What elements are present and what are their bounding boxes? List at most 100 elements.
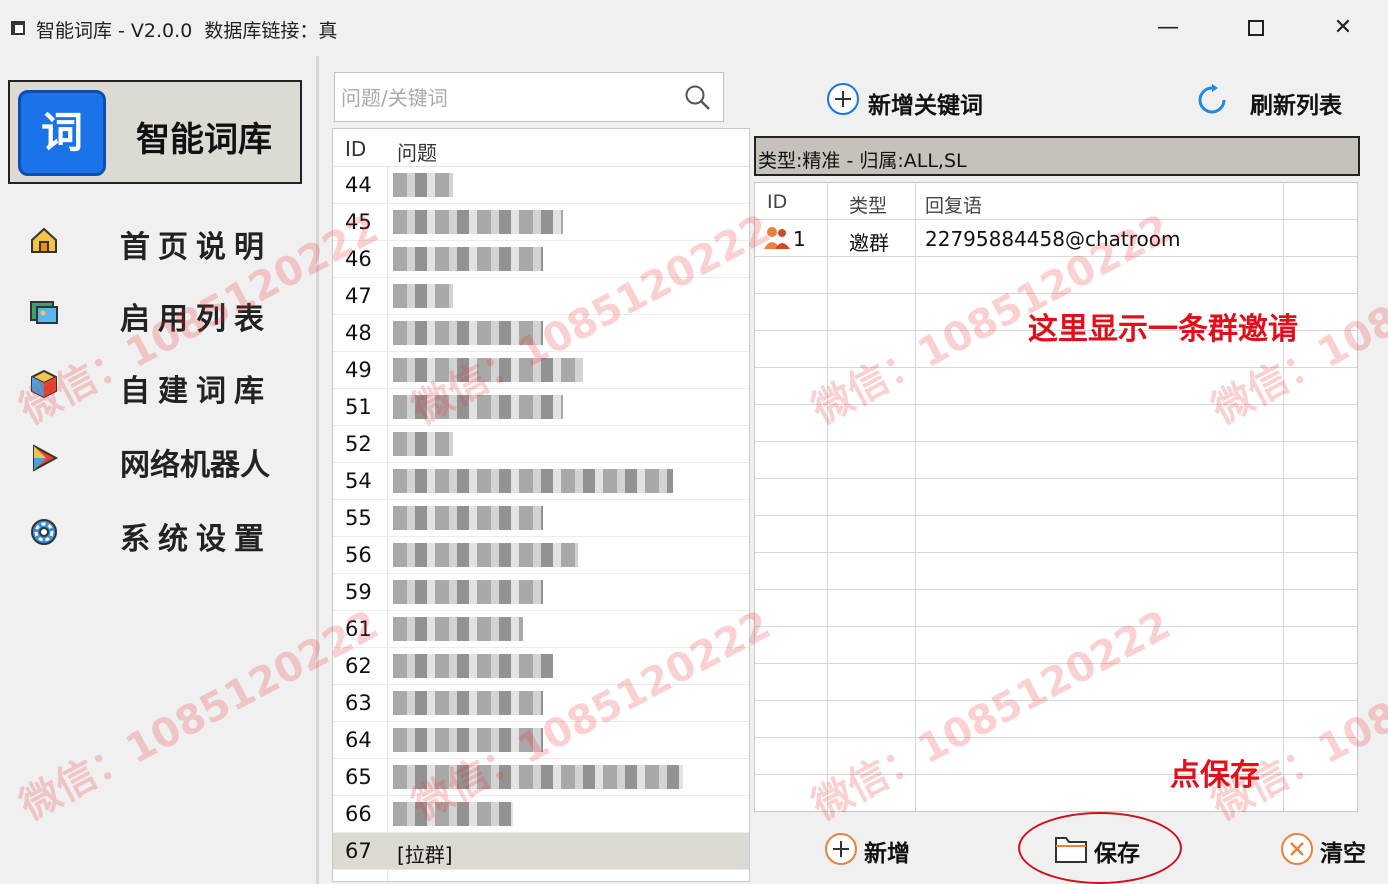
- sidebar-divider: [316, 56, 319, 884]
- question-list-header: ID 问题: [333, 129, 749, 167]
- table-row[interactable]: 52: [333, 426, 749, 463]
- logo-panel: 词 智能词库: [8, 80, 302, 184]
- table-row-selected[interactable]: 67 [拉群]: [333, 833, 749, 870]
- blurred-text: [393, 210, 563, 234]
- grid-line: [755, 552, 1357, 553]
- row-id: 46: [345, 247, 372, 271]
- row-id: 45: [345, 210, 372, 234]
- gear-icon: [31, 519, 57, 545]
- grid-line: [755, 367, 1357, 368]
- add-keyword-label: 新增关键词: [868, 93, 983, 119]
- row-id: 48: [345, 321, 372, 345]
- sidebar-item-label: 自建词库: [120, 374, 272, 409]
- grid-line: [915, 183, 916, 811]
- table-row[interactable]: 44: [333, 167, 749, 204]
- row-question: [拉群]: [397, 843, 453, 867]
- table-row[interactable]: 45: [333, 204, 749, 241]
- refresh-list-label: 刷新列表: [1250, 93, 1342, 119]
- row-id: 61: [345, 617, 372, 641]
- sidebar-item-enabled-list[interactable]: 启用列表: [0, 282, 318, 340]
- grid-line: [755, 441, 1357, 442]
- table-row[interactable]: 51: [333, 389, 749, 426]
- grid-line: [755, 478, 1357, 479]
- home-icon: [31, 227, 57, 253]
- clear-circle-icon: [1281, 833, 1313, 865]
- table-row[interactable]: 59: [333, 574, 749, 611]
- sidebar-item-home[interactable]: 首页说明: [0, 210, 318, 268]
- reply-type: 邀群: [849, 231, 889, 255]
- blurred-text: [393, 358, 583, 382]
- row-id: 44: [345, 173, 372, 197]
- maximize-icon: [1248, 20, 1264, 36]
- blurred-text: [393, 173, 453, 197]
- add-circle-icon: [827, 83, 859, 115]
- blurred-text: [393, 691, 543, 715]
- table-row[interactable]: 65: [333, 759, 749, 796]
- sidebar-item-label: 首页说明: [120, 230, 272, 265]
- row-id: 59: [345, 580, 372, 604]
- blurred-text: [393, 765, 683, 789]
- close-button[interactable]: ✕: [1323, 12, 1363, 44]
- table-row[interactable]: 55: [333, 500, 749, 537]
- clear-button[interactable]: 清空: [1280, 830, 1380, 866]
- logo-badge: 词: [18, 90, 106, 176]
- row-id: 49: [345, 358, 372, 382]
- table-row[interactable]: 64: [333, 722, 749, 759]
- row-id: 66: [345, 802, 372, 826]
- row-id: 64: [345, 728, 372, 752]
- search-icon[interactable]: [683, 83, 713, 113]
- grid-line: [755, 700, 1357, 701]
- search-input[interactable]: [341, 85, 661, 111]
- refresh-icon: [1198, 84, 1226, 114]
- annotation-click-save: 点保存: [1170, 758, 1260, 793]
- blurred-text: [393, 395, 563, 419]
- sidebar-item-label: 系统设置: [120, 522, 272, 557]
- blurred-text: [393, 654, 553, 678]
- table-row[interactable]: 66: [333, 796, 749, 833]
- clear-label: 清空: [1320, 841, 1366, 866]
- row-id: 55: [345, 506, 372, 530]
- reply-id: 1: [793, 227, 806, 251]
- sidebar-item-label: 启用列表: [120, 302, 272, 337]
- blurred-text: [393, 506, 543, 530]
- blurred-text: [393, 580, 543, 604]
- blurred-text: [393, 432, 453, 456]
- add-label: 新增: [864, 841, 910, 867]
- grid-line: [755, 737, 1357, 738]
- sidebar: 词 智能词库 首页说明 启用列表 自建词库 网络机器人 系统设置: [0, 56, 318, 884]
- grid-line: [755, 219, 1357, 220]
- blurred-text: [393, 469, 673, 493]
- row-id: 51: [345, 395, 372, 419]
- grid-line: [755, 404, 1357, 405]
- blurred-text: [393, 728, 543, 752]
- table-row[interactable]: 62: [333, 648, 749, 685]
- table-row[interactable]: 47: [333, 278, 749, 315]
- keyword-type-text: 类型:精准 - 归属:ALL,SL: [758, 150, 967, 172]
- grid-line: [755, 663, 1357, 664]
- sidebar-item-custom-library[interactable]: 自建词库: [0, 354, 318, 412]
- question-list[interactable]: ID 问题 44 45 46 47 48 49 51 52 54 55 56 5…: [332, 128, 750, 882]
- grid-line: [827, 183, 828, 811]
- grid-line: [755, 515, 1357, 516]
- table-row[interactable]: 54: [333, 463, 749, 500]
- table-row[interactable]: 56: [333, 537, 749, 574]
- app-icon: [11, 21, 25, 35]
- sidebar-item-network-robot[interactable]: 网络机器人: [0, 428, 318, 486]
- group-user-icon: [764, 227, 790, 249]
- maximize-button[interactable]: [1236, 12, 1276, 44]
- table-row[interactable]: 46: [333, 241, 749, 278]
- table-row[interactable]: 49: [333, 352, 749, 389]
- play-icon: [33, 444, 59, 472]
- row-id: 62: [345, 654, 372, 678]
- title-bar: 智能词库 - V2.0.0 数据库链接：真 — ✕: [0, 0, 1388, 56]
- table-row[interactable]: 48: [333, 315, 749, 352]
- table-row[interactable]: 63: [333, 685, 749, 722]
- minimize-button[interactable]: —: [1148, 12, 1188, 44]
- table-row[interactable]: 61: [333, 611, 749, 648]
- blurred-text: [393, 247, 543, 271]
- grid-line: [755, 626, 1357, 627]
- reply-table[interactable]: ID 类型 回复语 1 邀群 22795884458@chatroom: [754, 182, 1358, 812]
- sidebar-item-settings[interactable]: 系统设置: [0, 502, 318, 560]
- row-id: 67: [345, 839, 372, 863]
- grid-line: [755, 256, 1357, 257]
